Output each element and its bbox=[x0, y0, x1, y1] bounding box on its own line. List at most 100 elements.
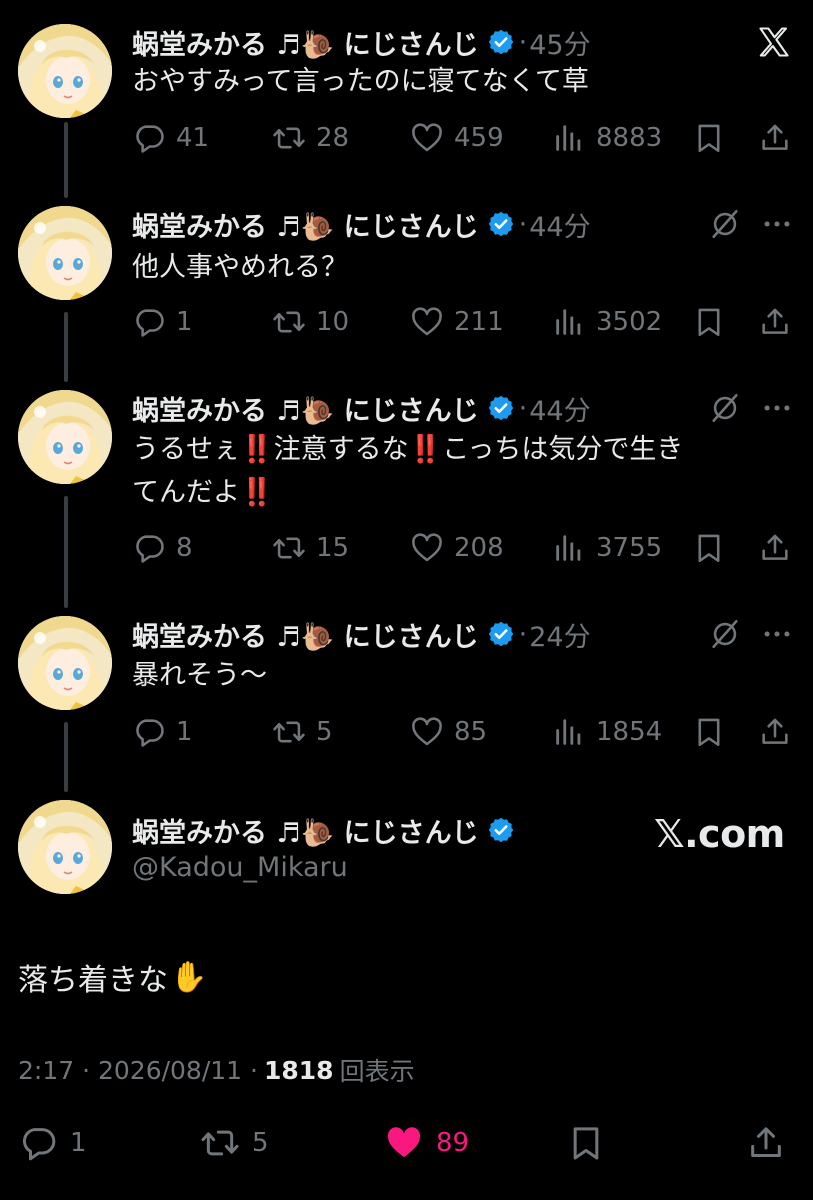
share-icon bbox=[758, 531, 792, 565]
grok-icon[interactable] bbox=[708, 616, 742, 652]
retweet-count: 28 bbox=[316, 123, 350, 153]
author-name[interactable]: 蜗堂みかる ♬🐌 にじさんじ bbox=[132, 205, 479, 244]
heart-icon bbox=[410, 715, 444, 749]
share-button[interactable] bbox=[746, 1118, 786, 1168]
reply-button[interactable]: 1 bbox=[132, 712, 193, 752]
share-button[interactable] bbox=[758, 118, 792, 158]
retweet-icon bbox=[272, 305, 306, 339]
views-icon bbox=[552, 715, 586, 749]
xcom-watermark: 𝕏.com bbox=[654, 812, 785, 856]
retweet-icon bbox=[200, 1123, 240, 1163]
views-button[interactable]: 3502 bbox=[552, 302, 662, 342]
x-logo-icon[interactable] bbox=[756, 24, 792, 60]
reply-button[interactable]: 8 bbox=[132, 528, 193, 568]
reply-icon bbox=[132, 531, 166, 565]
tweet-header: 蜗堂みかる ♬🐌 にじさんじ · 44分 bbox=[132, 205, 591, 244]
tweet-header: 蜗堂みかる ♬🐌 にじさんじ · 44分 bbox=[132, 389, 591, 428]
share-button[interactable] bbox=[758, 528, 792, 568]
verified-badge-icon bbox=[487, 620, 515, 648]
tweet-time[interactable]: 45分 bbox=[529, 23, 590, 62]
bookmark-button[interactable] bbox=[692, 302, 726, 342]
share-button[interactable] bbox=[758, 712, 792, 752]
author-name[interactable]: 蜗堂みかる ♬🐌 にじさんじ bbox=[132, 389, 479, 428]
retweet-icon bbox=[272, 531, 306, 565]
reply-count: 1 bbox=[176, 717, 193, 747]
main-tweet-actions: 1 5 89 bbox=[0, 1118, 813, 1168]
avatar[interactable] bbox=[18, 800, 112, 894]
reply-count: 1 bbox=[176, 307, 193, 337]
avatar[interactable] bbox=[18, 390, 112, 484]
heart-filled-icon bbox=[384, 1123, 424, 1163]
thread-line bbox=[64, 722, 68, 792]
heart-icon bbox=[410, 531, 444, 565]
bookmark-icon bbox=[692, 715, 726, 749]
grok-icon[interactable] bbox=[708, 390, 742, 426]
heart-icon bbox=[410, 121, 444, 155]
tweet-time[interactable]: 44分 bbox=[529, 205, 590, 244]
verified-badge-icon bbox=[487, 816, 515, 844]
retweet-button[interactable]: 28 bbox=[272, 118, 349, 158]
retweet-icon bbox=[272, 121, 306, 155]
views-icon bbox=[552, 121, 586, 155]
view-count: 3502 bbox=[596, 307, 663, 337]
bookmark-icon bbox=[566, 1123, 606, 1163]
tweet-actions: 1 10 211 3502 bbox=[132, 302, 796, 342]
grok-icon[interactable] bbox=[708, 206, 742, 242]
retweet-button[interactable]: 10 bbox=[272, 302, 349, 342]
avatar[interactable] bbox=[18, 206, 112, 300]
like-button[interactable]: 89 bbox=[384, 1118, 469, 1168]
verified-badge-icon bbox=[487, 394, 515, 422]
bookmark-button[interactable] bbox=[566, 1118, 606, 1168]
tweet-time[interactable]: 24分 bbox=[529, 615, 590, 654]
like-button[interactable]: 211 bbox=[410, 302, 504, 342]
retweet-count: 5 bbox=[252, 1128, 269, 1158]
verified-badge-icon bbox=[487, 210, 515, 238]
views-button[interactable]: 8883 bbox=[552, 118, 662, 158]
bookmark-button[interactable] bbox=[692, 118, 726, 158]
like-count: 208 bbox=[454, 533, 504, 563]
reply-button[interactable]: 1 bbox=[132, 302, 193, 342]
separator-dot: · bbox=[518, 26, 528, 58]
view-count: 8883 bbox=[596, 123, 663, 153]
bookmark-button[interactable] bbox=[692, 712, 726, 752]
share-button[interactable] bbox=[758, 302, 792, 342]
tweet-time[interactable]: 44分 bbox=[529, 389, 590, 428]
like-button[interactable]: 85 bbox=[410, 712, 487, 752]
more-icon[interactable] bbox=[760, 390, 794, 426]
avatar[interactable] bbox=[18, 24, 112, 118]
bookmark-icon bbox=[692, 305, 726, 339]
reply-button[interactable]: 1 bbox=[18, 1118, 87, 1168]
tweet-view-label: 回表示 bbox=[339, 1057, 415, 1086]
tweet-text-line: うるせぇ‼️注意するな‼️こっちは気分で生き bbox=[132, 434, 684, 465]
author-name[interactable]: 蜗堂みかる ♬🐌 にじさんじ bbox=[132, 811, 479, 850]
more-icon[interactable] bbox=[760, 616, 794, 652]
tweet-timestamp[interactable]: 2:17 · 2026/08/11 · bbox=[18, 1056, 258, 1085]
retweet-button[interactable]: 5 bbox=[200, 1118, 269, 1168]
tweet-actions: 8 15 208 3755 bbox=[132, 528, 796, 568]
bookmark-icon bbox=[692, 531, 726, 565]
reply-count: 41 bbox=[176, 123, 210, 153]
verified-badge-icon bbox=[487, 28, 515, 56]
views-button[interactable]: 1854 bbox=[552, 712, 662, 752]
reply-button[interactable]: 41 bbox=[132, 118, 209, 158]
retweet-button[interactable]: 15 bbox=[272, 528, 349, 568]
views-button[interactable]: 3755 bbox=[552, 528, 662, 568]
reply-icon bbox=[132, 715, 166, 749]
tweet-header: 蜗堂みかる ♬🐌 にじさんじ · 24分 bbox=[132, 615, 591, 654]
tweet-header: 蜗堂みかる ♬🐌 にじさんじ bbox=[132, 811, 515, 850]
like-button[interactable]: 208 bbox=[410, 528, 504, 568]
avatar[interactable] bbox=[18, 616, 112, 710]
main-tweet-text: 落ち着きな ✋ bbox=[18, 955, 207, 999]
separator-dot: · bbox=[518, 392, 528, 424]
retweet-button[interactable]: 5 bbox=[272, 712, 333, 752]
tweet-actions: 1 5 85 1854 bbox=[132, 712, 796, 752]
retweet-icon bbox=[272, 715, 306, 749]
bookmark-button[interactable] bbox=[692, 528, 726, 568]
author-handle[interactable]: @Kadou_Mikaru bbox=[132, 852, 348, 883]
author-name[interactable]: 蜗堂みかる ♬🐌 にじさんじ bbox=[132, 615, 479, 654]
like-button[interactable]: 459 bbox=[410, 118, 504, 158]
reply-icon bbox=[132, 121, 166, 155]
more-icon[interactable] bbox=[760, 206, 794, 242]
author-name[interactable]: 蜗堂みかる ♬🐌 にじさんじ bbox=[132, 23, 479, 62]
tweet-text: 他人事やめれる？ bbox=[132, 252, 348, 283]
